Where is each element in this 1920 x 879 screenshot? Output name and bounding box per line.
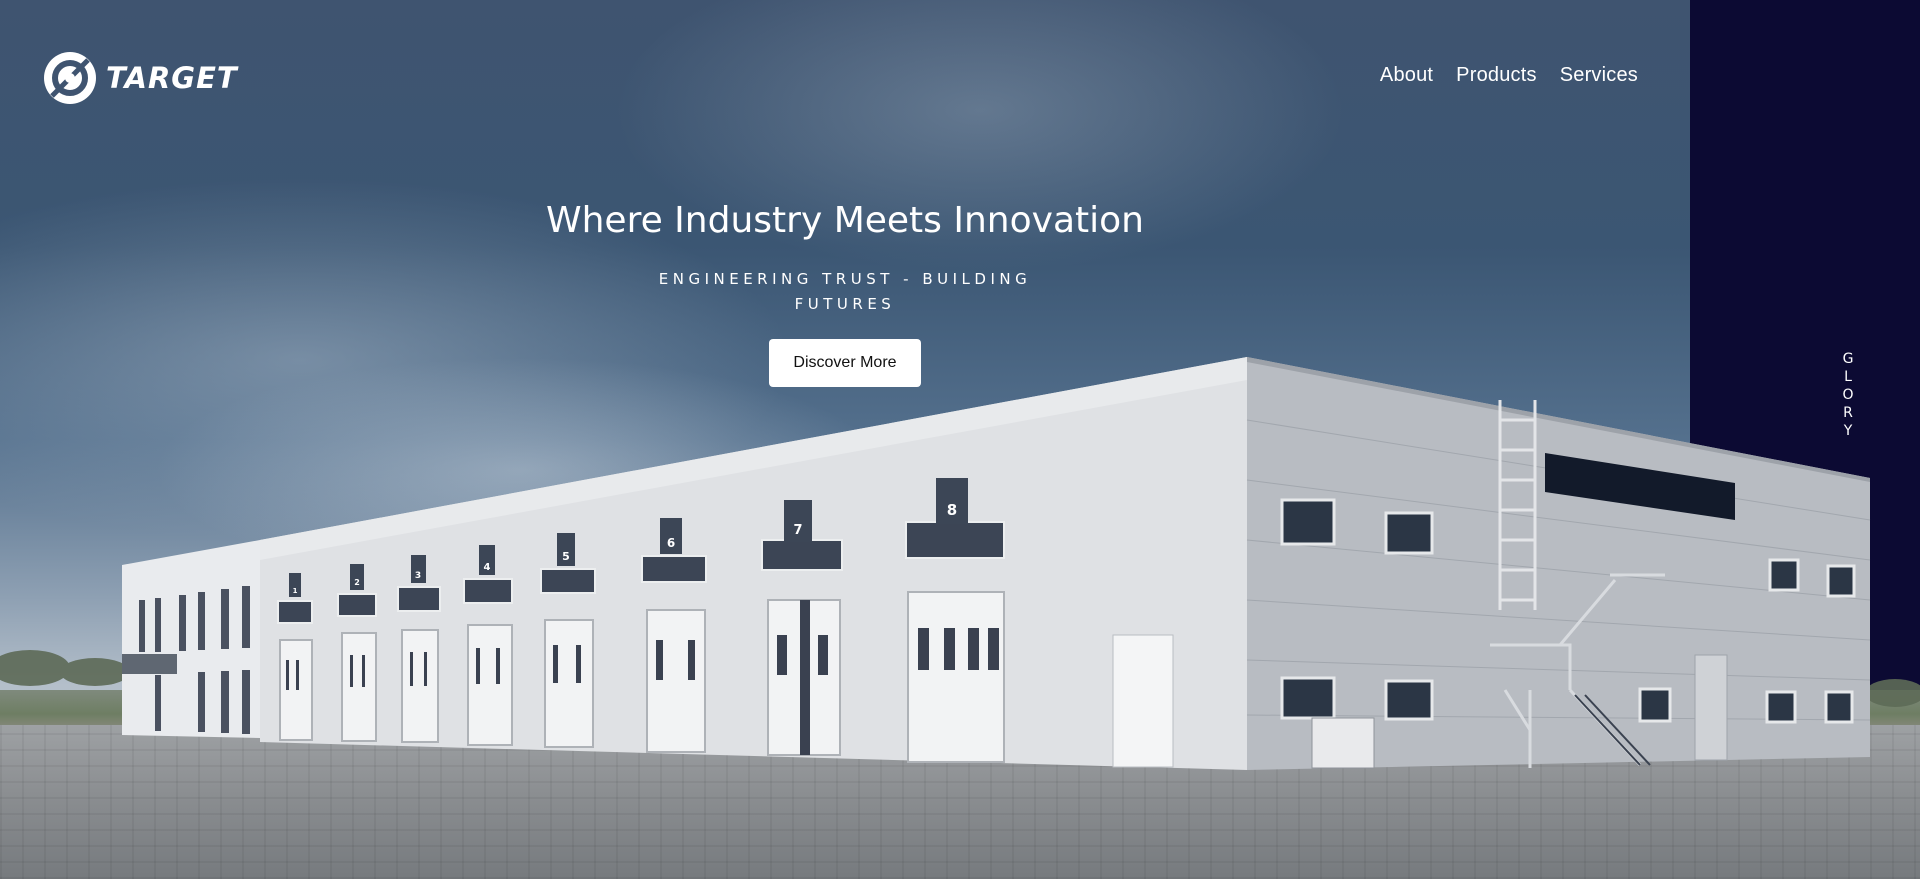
bay-number: 2: [354, 578, 360, 587]
vertical-letter: O: [1842, 387, 1854, 403]
bay-number: 6: [667, 536, 675, 550]
nav-link-about[interactable]: About: [1380, 64, 1433, 87]
vertical-side-text: GLORY: [1838, 350, 1858, 440]
target-logo-icon: [44, 52, 96, 104]
brand-logo[interactable]: TARGET: [42, 50, 238, 106]
hero-section: 1 2 3 4 5 6 7 8 TARGET About Products Se…: [0, 0, 1920, 879]
hero-content: Where Industry Meets Innovation ENGINEER…: [545, 200, 1145, 387]
vertical-letter: Y: [1843, 423, 1853, 439]
discover-more-button[interactable]: Discover More: [769, 339, 921, 387]
vertical-letter: G: [1842, 351, 1854, 367]
hero-title: Where Industry Meets Innovation: [546, 200, 1144, 241]
nav-link-services[interactable]: Services: [1560, 64, 1638, 87]
nav-link-products[interactable]: Products: [1456, 64, 1537, 87]
bay-number: 8: [947, 501, 957, 519]
hero-subtitle: ENGINEERING TRUST - BUILDING FUTURES: [658, 270, 1032, 313]
warehouse-building-image: 1 2 3 4 5 6 7 8: [0, 357, 1920, 770]
bay-number: 3: [415, 571, 421, 581]
bay-number: 7: [793, 523, 802, 538]
vertical-letter: L: [1844, 369, 1852, 385]
main-nav: About Products Services: [1380, 64, 1638, 87]
bay-number: 4: [484, 562, 491, 573]
brand-name: TARGET: [106, 61, 238, 95]
bay-number: 5: [562, 550, 570, 563]
vertical-letter: R: [1843, 405, 1853, 421]
bay-number: 1: [293, 587, 298, 595]
